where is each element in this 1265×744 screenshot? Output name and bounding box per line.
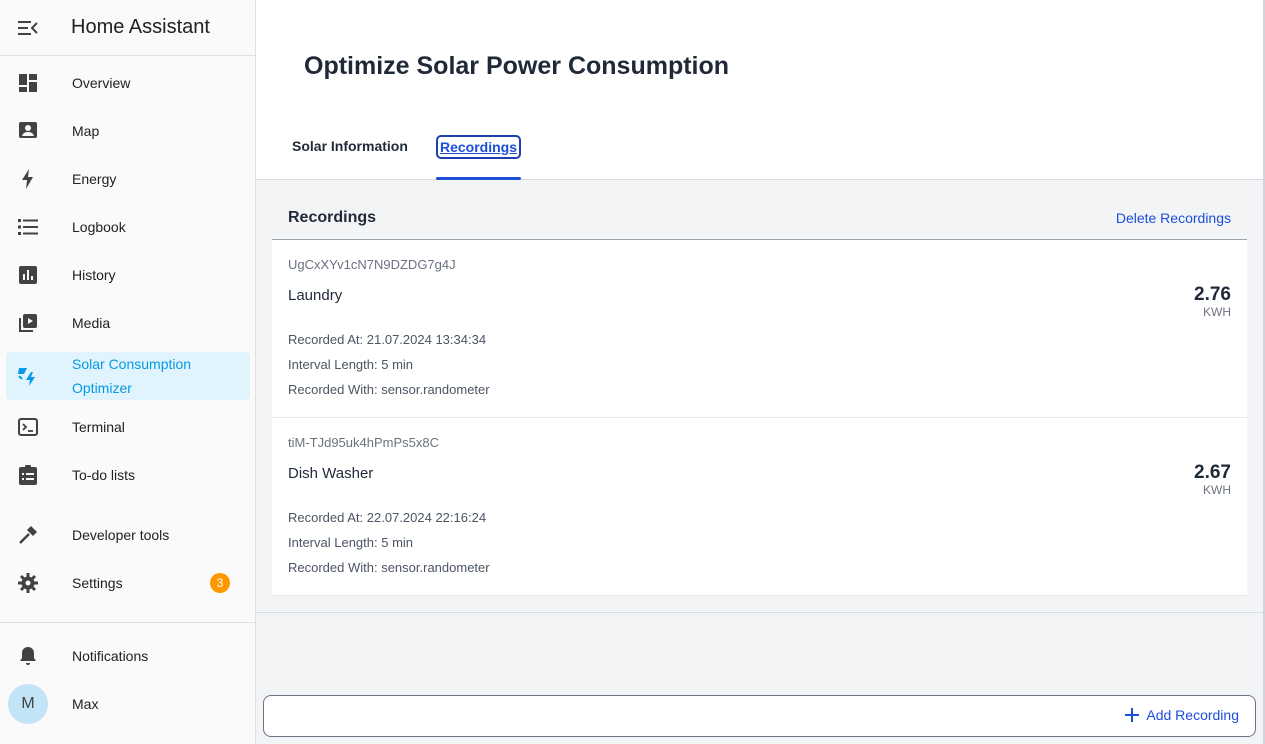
- play-box-multiple-icon: [6, 299, 50, 347]
- recording-card[interactable]: tiM-TJd95uk4hPmPs5x8C Dish Washer 2.67 K…: [272, 418, 1247, 596]
- page-title: Optimize Solar Power Consumption: [304, 52, 730, 80]
- page-header: Optimize Solar Power Consumption Solar I…: [256, 0, 1263, 180]
- recording-energy: 2.76 KWH: [1194, 284, 1231, 319]
- recording-interval: Interval Length: 5 min: [288, 357, 414, 372]
- tab-recordings[interactable]: Recordings: [436, 135, 522, 180]
- sidebar-item-notifications[interactable]: Notifications: [6, 632, 250, 680]
- chart-bar-icon: [6, 251, 50, 299]
- sidebar-item-todo-lists[interactable]: To-do lists: [6, 451, 250, 499]
- sidebar-divider: [0, 622, 255, 623]
- menu-toggle-button[interactable]: [0, 0, 56, 56]
- hammer-icon: [6, 511, 50, 559]
- sidebar-header: Home Assistant: [0, 0, 255, 56]
- sidebar-item-label: Map: [72, 123, 100, 139]
- sidebar-item-overview[interactable]: Overview: [6, 59, 250, 107]
- solar-power-icon: [6, 352, 50, 400]
- recording-card[interactable]: UgCxXYv1cN7N9DZDG7g4J Laundry 2.76 KWH R…: [272, 240, 1247, 418]
- sidebar-item-settings[interactable]: Settings 3: [6, 559, 250, 607]
- recordings-header: Recordings Delete Recordings: [272, 196, 1247, 240]
- sidebar-item-developer-tools[interactable]: Developer tools: [6, 511, 250, 559]
- tab-label: Solar Information: [292, 138, 408, 154]
- sidebar-item-label: Media: [72, 315, 111, 331]
- menu-collapse-icon: [18, 20, 38, 35]
- recording-energy: 2.67 KWH: [1194, 462, 1231, 497]
- avatar: M: [8, 684, 48, 724]
- plus-icon: [1125, 708, 1140, 722]
- recording-value: 2.76: [1194, 284, 1231, 305]
- recordings-title: Recordings: [288, 208, 377, 226]
- section-divider: [256, 612, 1263, 613]
- sidebar-item-label: Developer tools: [72, 527, 170, 543]
- sidebar-item-label: Settings: [72, 575, 123, 591]
- tab-active-indicator: [436, 177, 522, 180]
- recording-unit: KWH: [1203, 483, 1231, 497]
- app-title: Home Assistant: [71, 16, 210, 38]
- sidebar-item-label-line2: Optimizer: [72, 380, 132, 396]
- sidebar-item-label: Max: [72, 696, 99, 712]
- tab-solar-information[interactable]: Solar Information: [290, 135, 436, 180]
- tab-bar: Solar Information Recordings: [280, 135, 522, 180]
- recording-id: UgCxXYv1cN7N9DZDG7g4J: [288, 257, 456, 272]
- sidebar-item-label-line1: Solar Consumption: [72, 356, 192, 372]
- sidebar-item-energy[interactable]: Energy: [6, 155, 250, 203]
- gear-icon: [6, 559, 50, 607]
- recording-unit: KWH: [1203, 305, 1231, 319]
- sidebar-item-solar-consumption-optimizer[interactable]: Solar Consumption Optimizer: [6, 352, 250, 400]
- sidebar-item-terminal[interactable]: Terminal: [6, 403, 250, 451]
- recording-name: Dish Washer: [288, 465, 374, 482]
- sidebar-item-map[interactable]: Map: [6, 107, 250, 155]
- dashboard-icon: [6, 59, 50, 107]
- delete-recordings-button[interactable]: Delete Recordings: [1116, 210, 1231, 226]
- recording-recorded-with: Recorded With: sensor.randometer: [288, 382, 490, 397]
- tab-label: Recordings: [436, 135, 522, 159]
- recording-id: tiM-TJd95uk4hPmPs5x8C: [288, 435, 439, 450]
- sidebar: Home Assistant Overview Map Energy Logbo…: [0, 0, 256, 744]
- map-account-icon: [6, 107, 50, 155]
- recordings-section: Recordings Delete Recordings UgCxXYv1cN7…: [272, 196, 1247, 596]
- recording-value: 2.67: [1194, 462, 1231, 483]
- main-content: Optimize Solar Power Consumption Solar I…: [256, 0, 1265, 744]
- lightning-icon: [6, 155, 50, 203]
- sidebar-item-label: Notifications: [72, 648, 149, 664]
- recording-interval: Interval Length: 5 min: [288, 535, 414, 550]
- sidebar-item-label: Energy: [72, 171, 117, 187]
- sidebar-item-label: Overview: [72, 75, 131, 91]
- sidebar-item-history[interactable]: History: [6, 251, 250, 299]
- clipboard-list-icon: [6, 451, 50, 499]
- recording-name: Laundry: [288, 287, 343, 304]
- sidebar-item-media[interactable]: Media: [6, 299, 250, 347]
- sidebar-item-label: Logbook: [72, 219, 126, 235]
- sidebar-item-user[interactable]: M Max: [6, 680, 250, 728]
- list-icon: [6, 203, 50, 251]
- sidebar-item-label: Terminal: [72, 419, 125, 435]
- add-recording-button[interactable]: Add Recording: [1124, 707, 1239, 723]
- recording-recorded-at: Recorded At: 21.07.2024 13:34:34: [288, 332, 487, 347]
- bottom-action-bar: Add Recording: [263, 695, 1256, 737]
- sidebar-item-logbook[interactable]: Logbook: [6, 203, 250, 251]
- sidebar-item-label: History: [72, 267, 116, 283]
- recording-recorded-with: Recorded With: sensor.randometer: [288, 560, 490, 575]
- sidebar-item-label: To-do lists: [72, 467, 136, 483]
- notification-badge: 3: [210, 573, 230, 593]
- add-recording-label: Add Recording: [1146, 707, 1239, 723]
- bell-icon: [6, 632, 50, 680]
- console-icon: [6, 403, 50, 451]
- recording-recorded-at: Recorded At: 22.07.2024 22:16:24: [288, 510, 487, 525]
